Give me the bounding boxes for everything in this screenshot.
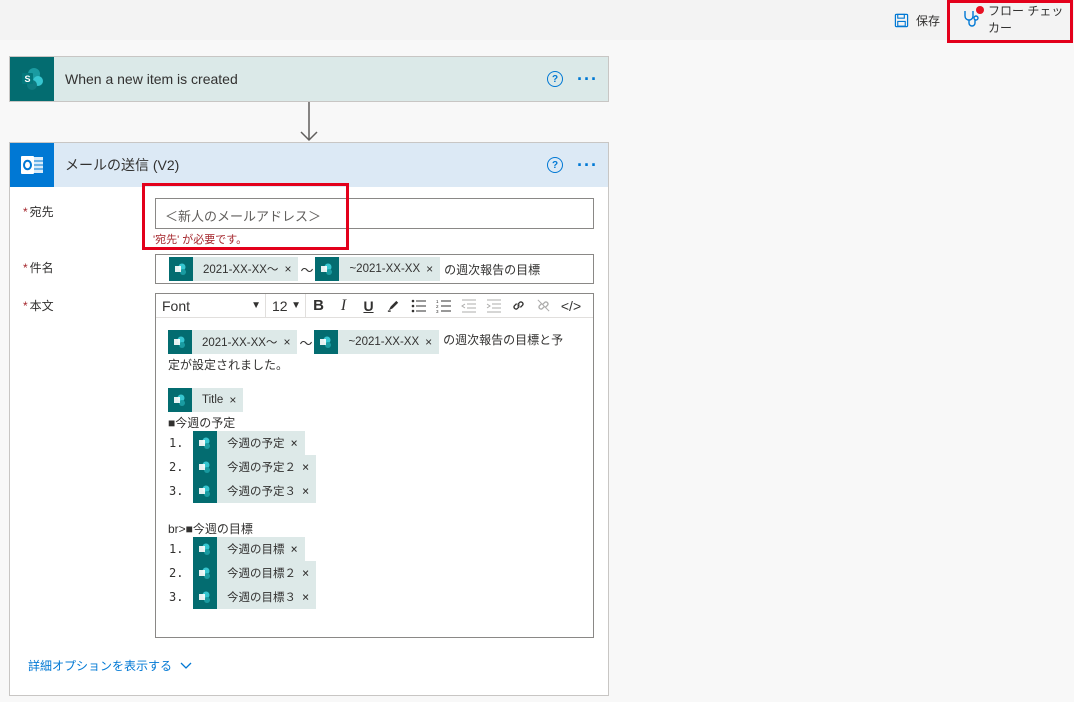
- dynamic-token[interactable]: 2021-XX-XX〜 ×: [169, 257, 299, 281]
- font-dropdown-icon: ▼: [251, 300, 261, 311]
- sharepoint-token-icon: [193, 561, 217, 585]
- italic-button[interactable]: I: [331, 294, 356, 317]
- unlink-icon[interactable]: [531, 294, 556, 317]
- sharepoint-token-icon: [193, 537, 217, 561]
- sharepoint-token-icon: [193, 431, 217, 455]
- sharepoint-token-icon: [314, 330, 339, 354]
- dynamic-token[interactable]: 今週の目標２ ×: [193, 561, 317, 585]
- sharepoint-token-icon: [193, 585, 217, 609]
- remove-token-icon[interactable]: ×: [229, 393, 243, 407]
- subject-suffix: の週次報告の目標: [444, 262, 541, 277]
- font-size-select[interactable]: 12 ▼: [266, 294, 306, 317]
- sharepoint-token-icon: [193, 479, 217, 503]
- list-item: 1. 今週の目標 ×: [169, 537, 305, 561]
- subject-separator: 〜: [300, 262, 314, 278]
- highlight-box-flow-checker: [947, 0, 1073, 43]
- dynamic-token[interactable]: 2021-XX-XX〜 ×: [168, 330, 298, 354]
- sharepoint-token-icon: [315, 257, 340, 281]
- dynamic-token[interactable]: 今週の予定２ ×: [193, 455, 317, 479]
- sharepoint-token-icon: [168, 330, 192, 354]
- remove-token-icon[interactable]: ×: [291, 436, 305, 450]
- body-editor[interactable]: Font ▼ 12 ▼ B I U 123 </> 2021-XX-XX〜 × …: [155, 293, 594, 638]
- numbered-list-icon[interactable]: 123: [431, 294, 456, 317]
- connector-arrow-icon: [300, 102, 318, 142]
- code-view-button[interactable]: </>: [556, 294, 586, 317]
- goal-heading: br>■今週の目標: [168, 522, 253, 536]
- highlight-box-to-field: [142, 183, 349, 250]
- dynamic-token[interactable]: 今週の目標３ ×: [193, 585, 317, 609]
- sharepoint-icon: S: [10, 57, 54, 101]
- dynamic-token[interactable]: ~2021-XX-XX ×: [315, 257, 441, 281]
- dynamic-token[interactable]: 今週の目標 ×: [193, 537, 305, 561]
- action-title: メールの送信 (V2): [65, 157, 180, 173]
- remove-token-icon[interactable]: ×: [426, 262, 440, 276]
- trigger-title: When a new item is created: [65, 71, 238, 87]
- decrease-indent-icon[interactable]: [456, 294, 481, 317]
- remove-token-icon[interactable]: ×: [283, 335, 297, 349]
- list-item: 2. 今週の予定２ ×: [169, 455, 317, 479]
- size-dropdown-icon: ▼: [291, 300, 301, 311]
- remove-token-icon[interactable]: ×: [302, 566, 316, 580]
- list-item: 2. 今週の目標２ ×: [169, 561, 317, 585]
- svg-text:3: 3: [436, 309, 439, 313]
- remove-token-icon[interactable]: ×: [302, 460, 316, 474]
- save-button[interactable]: 保存: [894, 10, 940, 30]
- svg-text:S: S: [24, 74, 30, 84]
- remove-token-icon[interactable]: ×: [302, 590, 316, 604]
- body-label: * 本文: [23, 299, 54, 313]
- trigger-help-icon[interactable]: ?: [547, 71, 564, 87]
- remove-token-icon[interactable]: ×: [302, 484, 316, 498]
- dynamic-token[interactable]: 今週の予定 ×: [193, 431, 305, 455]
- increase-indent-icon[interactable]: [481, 294, 506, 317]
- subject-input[interactable]: 2021-XX-XX〜 × 〜 ~2021-XX-XX × の週次報告の目標: [155, 254, 594, 284]
- rich-text-toolbar: Font ▼ 12 ▼ B I U 123 </>: [156, 294, 593, 318]
- sharepoint-token-icon: [168, 388, 192, 412]
- remove-token-icon[interactable]: ×: [284, 262, 298, 276]
- list-item: 3. 今週の目標３ ×: [169, 585, 317, 609]
- list-item: 1. 今週の予定 ×: [169, 431, 305, 455]
- save-label: 保存: [916, 13, 941, 28]
- underline-button[interactable]: U: [356, 294, 381, 317]
- remove-token-icon[interactable]: ×: [425, 335, 439, 349]
- to-label: * 宛先: [23, 205, 54, 219]
- dynamic-token[interactable]: ~2021-XX-XX ×: [314, 330, 440, 354]
- font-select[interactable]: Font ▼: [156, 294, 266, 317]
- dynamic-token[interactable]: 今週の予定３ ×: [193, 479, 317, 503]
- trigger-card[interactable]: S When a new item is created ? ···: [9, 56, 609, 102]
- save-icon: [894, 13, 909, 27]
- action-more-icon[interactable]: ···: [577, 156, 598, 174]
- body-text-line2: 定が設定されました。: [168, 358, 289, 372]
- show-advanced-options-link[interactable]: 詳細オプションを表示する: [28, 657, 192, 674]
- action-help-icon[interactable]: ?: [547, 157, 564, 173]
- link-icon[interactable]: [506, 294, 531, 317]
- trigger-more-icon[interactable]: ···: [577, 70, 598, 88]
- dynamic-token[interactable]: Title ×: [168, 388, 244, 412]
- remove-token-icon[interactable]: ×: [291, 542, 305, 556]
- sharepoint-token-icon: [193, 455, 217, 479]
- subject-label: * 件名: [23, 261, 54, 275]
- outlook-icon: [10, 143, 54, 187]
- list-item: 3. 今週の予定３ ×: [169, 479, 317, 503]
- chevron-down-icon: [180, 662, 192, 669]
- sharepoint-token-icon: [169, 257, 193, 281]
- body-text-line1: の週次報告の目標と予: [443, 332, 564, 347]
- bullet-list-icon[interactable]: [406, 294, 431, 317]
- highlight-pen-icon[interactable]: [381, 294, 406, 317]
- plan-heading: ■今週の予定: [168, 416, 236, 430]
- bold-button[interactable]: B: [306, 294, 331, 317]
